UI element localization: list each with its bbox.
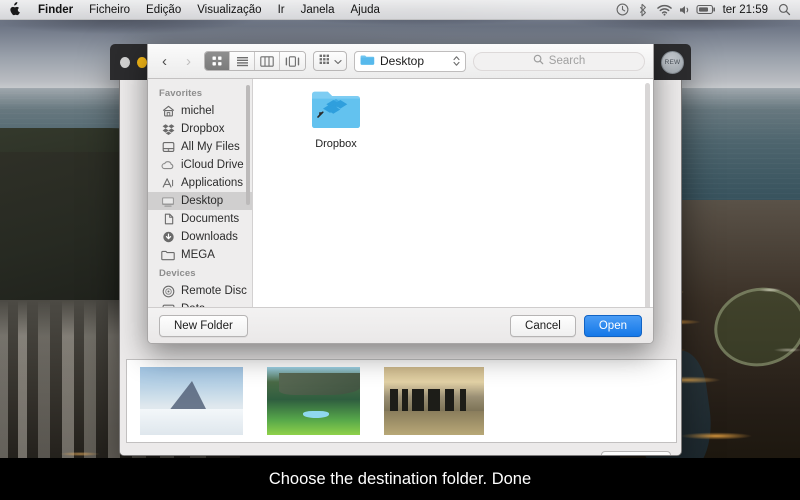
open-file-sheet: REW ‹ › Desktop Search Favorites michel …: [110, 44, 691, 344]
menu-item-ir[interactable]: Ir: [270, 0, 293, 20]
menu-item-finder[interactable]: Finder: [30, 0, 81, 20]
desktop-icon: [161, 195, 175, 208]
sheet-toolbar: ‹ › Desktop Search: [148, 44, 653, 79]
cloud-icon: [161, 159, 175, 172]
wifi-icon[interactable]: [654, 4, 675, 16]
menu-bar-clock[interactable]: ter 21:59: [717, 4, 774, 16]
search-icon: [533, 54, 544, 68]
list-view-button[interactable]: [230, 52, 255, 70]
forward-button[interactable]: ›: [180, 51, 197, 71]
dropbox-icon: [161, 123, 175, 136]
downloads-icon: [161, 231, 175, 244]
sidebar-item-desktop[interactable]: Desktop: [148, 192, 252, 210]
sidebar-item-icloud-drive[interactable]: iCloud Drive: [148, 156, 252, 174]
sidebar-item-label: iCloud Drive: [181, 159, 244, 171]
new-folder-button[interactable]: New Folder: [159, 314, 248, 337]
file-area-scrollbar[interactable]: [645, 83, 650, 311]
caption-bar: Choose the destination folder. Done: [0, 458, 800, 500]
back-button[interactable]: ‹: [156, 51, 173, 71]
sheet-footer: New Folder Cancel Open: [148, 307, 653, 343]
home-icon: [161, 105, 175, 118]
sheet-chrome: ‹ › Desktop Search Favorites michel Drop…: [147, 44, 654, 344]
view-mode-segmented-control[interactable]: [204, 51, 306, 71]
icon-view-button[interactable]: [205, 52, 230, 70]
menu-item-janela[interactable]: Janela: [293, 0, 343, 20]
caption-text: Choose the destination folder. Done: [268, 469, 532, 488]
close-button[interactable]: [120, 56, 130, 68]
search-placeholder: Search: [548, 55, 586, 67]
snowy-mountain-thumbnail[interactable]: [140, 367, 243, 435]
sidebar-section-favorites-header: Favorites: [159, 88, 203, 99]
path-popup-button[interactable]: Desktop: [354, 50, 466, 72]
convert-button-row: Convert: [120, 445, 681, 455]
search-icon[interactable]: [774, 3, 795, 16]
path-popup-label: Desktop: [380, 54, 425, 68]
folder-icon: [360, 54, 375, 69]
sidebar-item-downloads[interactable]: Downloads: [148, 228, 252, 246]
sidebar-item-label: Dropbox: [181, 123, 225, 135]
menu-item-ficheiro[interactable]: Ficheiro: [81, 0, 138, 20]
sidebar-item-label: Documents: [181, 213, 240, 225]
sheet-sidebar[interactable]: Favorites michel Dropbox All My Files iC…: [148, 79, 253, 307]
rew-badge[interactable]: REW: [661, 50, 684, 74]
city-skyline-thumbnail[interactable]: [384, 367, 484, 435]
menu-item-visualizacao[interactable]: Visualização: [189, 0, 269, 20]
sidebar-item-applications[interactable]: Applications: [148, 174, 252, 192]
battery-icon[interactable]: [696, 4, 717, 15]
sidebar-item-remote-disc[interactable]: Remote Disc: [148, 282, 252, 300]
file-browser-area[interactable]: Dropbox: [253, 79, 653, 311]
sidebar-item-label: Desktop: [181, 195, 224, 207]
sidebar-item-dropbox[interactable]: Dropbox: [148, 120, 252, 138]
file-item-dropbox[interactable]: Dropbox: [299, 87, 373, 150]
search-input[interactable]: Search: [473, 51, 645, 71]
volume-icon[interactable]: [675, 4, 696, 16]
window-controls-left-cap: [110, 44, 147, 80]
dropbox-folder-alias-icon: [310, 87, 362, 134]
remote-disc-icon: [161, 285, 175, 298]
sidebar-item-label: michel: [181, 105, 215, 117]
sidebar-item-label: All My Files: [181, 141, 240, 153]
sidebar-item-documents[interactable]: Documents: [148, 210, 252, 228]
arrange-icon: [319, 54, 332, 68]
documents-icon: [161, 213, 175, 226]
menu-item-ajuda[interactable]: Ajuda: [343, 0, 388, 20]
menu-bar: Finder Ficheiro Edição Visualização Ir J…: [0, 0, 800, 20]
minimize-button[interactable]: [137, 56, 147, 68]
chevron-down-icon: [334, 54, 342, 68]
folder-icon: [161, 249, 175, 262]
time-machine-icon[interactable]: [612, 3, 633, 16]
file-item-label: Dropbox: [315, 138, 357, 150]
sheet-content: Favorites michel Dropbox All My Files iC…: [148, 79, 653, 311]
sidebar-item-label: Downloads: [181, 231, 238, 243]
open-button[interactable]: Open: [583, 314, 642, 337]
column-view-button[interactable]: [255, 52, 280, 70]
apple-logo-icon[interactable]: [0, 2, 30, 17]
menu-item-edicao[interactable]: Edição: [138, 0, 189, 20]
menu-bar-status-area: ter 21:59: [612, 3, 800, 17]
sidebar-section-devices-header: Devices: [159, 268, 196, 279]
sidebar-item-label: MEGA: [181, 249, 215, 261]
stepper-icon: [453, 55, 460, 67]
bluetooth-icon[interactable]: [633, 3, 654, 17]
sidebar-item-michel[interactable]: michel: [148, 102, 252, 120]
sidebar-item-data[interactable]: Data: [148, 300, 252, 307]
all-my-files-icon: [161, 141, 175, 154]
cancel-button[interactable]: Cancel: [510, 314, 576, 337]
sidebar-item-label: Applications: [181, 177, 244, 189]
applications-icon: [161, 177, 175, 190]
rew-badge-cap: REW: [654, 44, 691, 80]
sidebar-scrollbar[interactable]: [246, 85, 250, 205]
sidebar-item-label: Remote Disc: [181, 285, 247, 297]
thumbnail-strip[interactable]: [126, 359, 677, 443]
lake-boat-thumbnail[interactable]: [267, 367, 360, 435]
coverflow-view-button[interactable]: [280, 52, 305, 70]
sidebar-item-all-my-files[interactable]: All My Files: [148, 138, 252, 156]
arrange-button[interactable]: [313, 51, 347, 71]
sidebar-item-mega[interactable]: MEGA: [148, 246, 252, 264]
convert-button[interactable]: Convert: [600, 451, 671, 455]
